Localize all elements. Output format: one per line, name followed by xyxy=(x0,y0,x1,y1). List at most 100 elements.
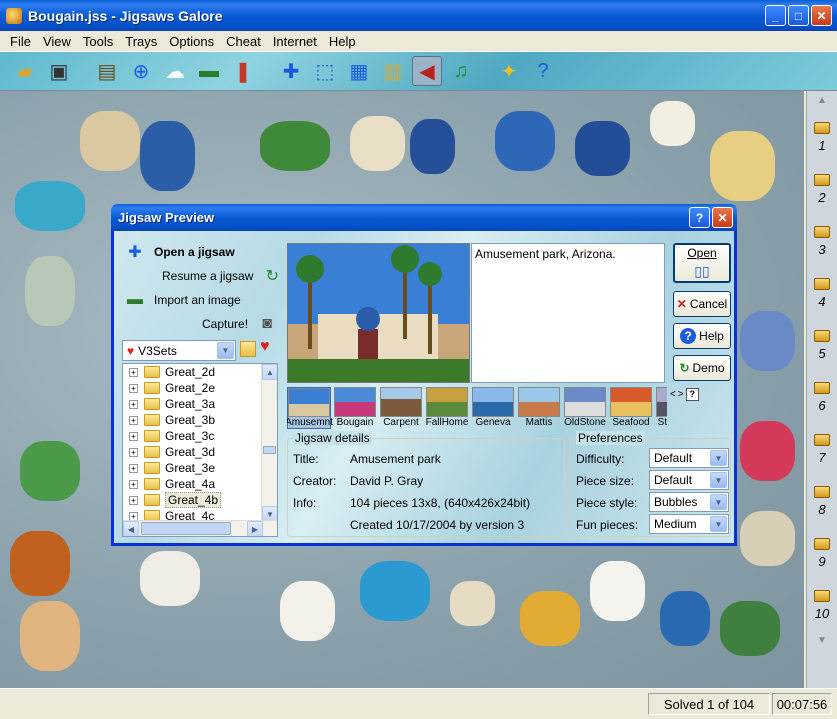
thumbnail[interactable]: Mattis xyxy=(517,387,561,429)
puzzle-piece[interactable] xyxy=(80,111,140,171)
puzzle-piece[interactable] xyxy=(260,121,330,171)
picture-icon[interactable]: ▤ xyxy=(92,56,122,86)
piece-style-select[interactable]: Bubbles ▼ xyxy=(649,492,729,512)
menu-file[interactable]: File xyxy=(4,34,37,49)
thumbnail[interactable]: FallHome xyxy=(425,387,469,429)
puzzle-piece[interactable] xyxy=(650,101,695,146)
close-icon[interactable]: ✕ xyxy=(811,5,832,26)
tray-slot-3[interactable]: 3 xyxy=(814,215,830,267)
folder-up-icon[interactable] xyxy=(240,341,256,357)
puzzle-piece[interactable] xyxy=(575,121,630,176)
thumb-prev-icon[interactable]: < xyxy=(670,389,676,400)
tree-item-selected[interactable]: + Great_4b xyxy=(123,492,277,508)
help-icon[interactable]: ? xyxy=(528,56,558,86)
puzzle-piece[interactable] xyxy=(740,421,795,481)
music-icon[interactable]: ♫ xyxy=(446,56,476,86)
tray-scroll-down-icon[interactable]: ▼ xyxy=(817,631,827,651)
open-jigsaw-action[interactable]: ✚ Open a jigsaw xyxy=(122,241,234,263)
menu-help[interactable]: Help xyxy=(323,34,362,49)
tree-item[interactable]: + Great_3d xyxy=(123,444,277,460)
tray-slot-9[interactable]: 9 xyxy=(814,527,830,579)
expand-icon[interactable]: + xyxy=(129,383,138,393)
tray-slot-4[interactable]: 4 xyxy=(814,267,830,319)
tray-slot-2[interactable]: 2 xyxy=(814,163,830,215)
help-button[interactable]: ? Help xyxy=(673,323,731,349)
thumbnail[interactable]: Bougain xyxy=(333,387,377,429)
tree-horizontal-scrollbar[interactable]: ◀ ▶ xyxy=(123,520,277,536)
tray-slot-6[interactable]: 6 xyxy=(814,371,830,423)
puzzle-piece[interactable] xyxy=(20,601,80,671)
thumb-help-icon[interactable]: ? xyxy=(685,388,699,401)
scroll-up-icon[interactable]: ▲ xyxy=(262,364,277,380)
expand-icon[interactable]: + xyxy=(129,415,138,425)
puzzle-piece[interactable] xyxy=(15,181,85,231)
pieces-icon[interactable]: ✚ xyxy=(276,56,306,86)
puzzle-piece[interactable] xyxy=(495,111,555,171)
thumbnail[interactable]: Carpent xyxy=(379,387,423,429)
scroll-thumb[interactable] xyxy=(141,522,231,535)
puzzle-piece[interactable] xyxy=(740,511,795,566)
puzzle-piece[interactable] xyxy=(20,441,80,501)
expand-icon[interactable]: + xyxy=(129,367,138,377)
landscape-icon[interactable]: ▬ xyxy=(194,56,224,86)
menu-trays[interactable]: Trays xyxy=(119,34,163,49)
tree-item[interactable]: + Great_2d xyxy=(123,364,277,380)
save-icon[interactable]: ▣ xyxy=(44,56,74,86)
tray-icon[interactable]: ▥ xyxy=(378,56,408,86)
tray-slot-10[interactable]: 10 xyxy=(814,579,830,631)
resume-jigsaw-action[interactable]: Resume a jigsaw ↻ xyxy=(162,265,285,287)
puzzle-piece[interactable] xyxy=(140,121,195,191)
border-select-icon[interactable]: ⬚ xyxy=(310,56,340,86)
puzzle-piece[interactable] xyxy=(350,116,405,171)
dialog-close-icon[interactable]: ✕ xyxy=(712,207,733,228)
expand-icon[interactable]: + xyxy=(129,431,138,441)
thumb-next-icon[interactable]: > xyxy=(678,389,684,400)
thumbnail[interactable]: OldStone xyxy=(563,387,607,429)
tree-item[interactable]: + Great_2e xyxy=(123,380,277,396)
tray-slot-5[interactable]: 5 xyxy=(814,319,830,371)
favorite-heart-icon[interactable]: ♥ xyxy=(260,338,270,356)
grid-icon[interactable]: ▦ xyxy=(344,56,374,86)
puzzle-piece[interactable] xyxy=(410,119,455,174)
hint-icon[interactable]: ✦ xyxy=(494,56,524,86)
puzzle-piece[interactable] xyxy=(10,531,70,596)
tree-item[interactable]: + Great_4a xyxy=(123,476,277,492)
tray-scroll-up-icon[interactable]: ▲ xyxy=(817,91,827,111)
expand-icon[interactable]: + xyxy=(129,495,138,505)
dialog-titlebar[interactable]: Jigsaw Preview ? ✕ xyxy=(111,204,737,231)
ghost-icon[interactable]: ☁ xyxy=(160,56,190,86)
piece-size-select[interactable]: Default ▼ xyxy=(649,470,729,490)
puzzle-piece[interactable] xyxy=(590,561,645,621)
tray-slot-8[interactable]: 8 xyxy=(814,475,830,527)
tree-item[interactable]: + Great_3b xyxy=(123,412,277,428)
puzzle-piece[interactable] xyxy=(140,551,200,606)
zoom-icon[interactable]: ⊕ xyxy=(126,56,156,86)
puzzle-piece[interactable] xyxy=(25,256,75,326)
menu-options[interactable]: Options xyxy=(163,34,220,49)
sound-off-icon[interactable]: ◀ xyxy=(412,56,442,86)
thumbnail[interactable]: Seafood xyxy=(609,387,653,429)
expand-icon[interactable]: + xyxy=(129,447,138,457)
menu-cheat[interactable]: Cheat xyxy=(220,34,267,49)
expand-icon[interactable]: + xyxy=(129,479,138,489)
cancel-button[interactable]: ✕ Cancel xyxy=(673,291,731,317)
puzzle-piece[interactable] xyxy=(450,581,495,626)
tree-item[interactable]: + Great_3e xyxy=(123,460,277,476)
tray-slot-7[interactable]: 7 xyxy=(814,423,830,475)
maximize-icon[interactable]: □ xyxy=(788,5,809,26)
puzzle-piece[interactable] xyxy=(520,591,580,646)
tray-slot-1[interactable]: 1 xyxy=(814,111,830,163)
puzzle-piece[interactable] xyxy=(710,131,775,201)
thumbnail[interactable]: Stlv xyxy=(655,387,667,429)
folder-tree[interactable]: + Great_2d + Great_2e + Great_3a + Great_3b … xyxy=(122,363,278,537)
dialog-help-icon[interactable]: ? xyxy=(689,207,710,228)
scroll-right-icon[interactable]: ▶ xyxy=(247,521,263,536)
demo-button[interactable]: ↻ Demo xyxy=(673,355,731,381)
crayons-icon[interactable]: ❚ xyxy=(228,56,258,86)
capture-action[interactable]: Capture! ◙ xyxy=(202,313,280,335)
puzzle-piece[interactable] xyxy=(360,561,430,621)
scroll-left-icon[interactable]: ◀ xyxy=(123,521,139,536)
minimize-icon[interactable]: _ xyxy=(765,5,786,26)
menu-internet[interactable]: Internet xyxy=(267,34,323,49)
description-textbox[interactable]: Amusement park, Arizona. xyxy=(471,243,665,383)
